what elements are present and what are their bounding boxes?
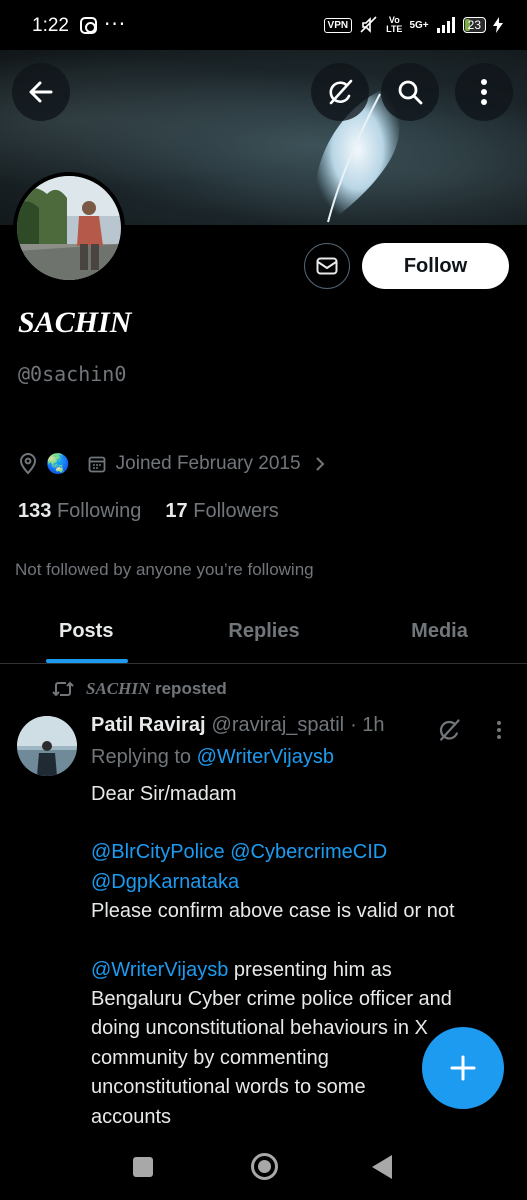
home-button[interactable] [251, 1153, 278, 1180]
system-nav-bar [0, 1140, 527, 1200]
profile-avatar[interactable] [13, 172, 125, 284]
post-line: accounts [91, 1105, 172, 1128]
post-header: Patil Raviraj @raviraj_spatil · 1h [91, 714, 385, 737]
vpn-icon: VPN [323, 17, 353, 33]
post-line: presenting him as [228, 958, 392, 981]
vertical-dots-icon [481, 79, 487, 105]
follow-button[interactable]: Follow [362, 243, 509, 289]
profile-tabs: Posts Replies Media [0, 600, 527, 664]
joined-date: Joined February 2015 [115, 453, 301, 474]
post-line: Bengaluru Cyber crime police officer and [91, 988, 452, 1011]
follow-stats: 133 Following 17 Followers [18, 500, 279, 523]
post-author-avatar[interactable] [17, 716, 77, 776]
compose-button[interactable] [422, 1027, 504, 1109]
calendar-icon [88, 456, 106, 473]
post-author-handle[interactable]: @raviraj_spatil [212, 714, 345, 737]
post-time: · 1h [350, 714, 385, 736]
plus-icon [450, 1055, 476, 1081]
replying-prefix: Replying to [91, 746, 192, 768]
tab-posts[interactable]: Posts [0, 600, 176, 663]
back-button[interactable] [12, 63, 70, 121]
post-author-name[interactable]: Patil Raviraj [91, 714, 206, 737]
grok-icon [329, 79, 353, 105]
following-link[interactable]: 133 Following [18, 500, 141, 523]
more-options-button[interactable] [455, 63, 513, 121]
message-button[interactable] [304, 243, 350, 289]
search-button[interactable] [381, 63, 439, 121]
replying-mention[interactable]: @WriterVijaysb [197, 746, 334, 768]
status-more: ··· [104, 12, 127, 36]
status-icons: VPN Vo LTE 5G+ 23 [323, 15, 503, 35]
post-line: Dear Sir/madam [91, 783, 237, 805]
status-bar: 1:22 ··· VPN Vo LTE 5G+ 23 [0, 0, 527, 50]
following-label: Following [56, 500, 142, 522]
chevron-right-icon[interactable] [313, 455, 327, 473]
instagram-icon [80, 17, 97, 34]
post-more-icon[interactable] [489, 719, 509, 741]
battery-icon: 23 [462, 17, 486, 33]
mention-link[interactable]: @CybercrimeCID [230, 841, 387, 863]
followers-label: Followers [193, 500, 279, 522]
mention-link[interactable]: @BlrCityPolice [91, 841, 225, 863]
repost-label: reposted [154, 679, 227, 698]
mute-icon [360, 16, 377, 33]
volte-icon: Vo LTE [386, 15, 403, 34]
tab-media[interactable]: Media [352, 600, 527, 663]
arrow-left-icon [29, 81, 53, 103]
grok-button[interactable] [311, 63, 369, 121]
following-count: 133 [18, 500, 52, 522]
followers-count: 17 [165, 500, 188, 522]
profile-name: SACHIN [18, 306, 132, 339]
network-type: 5G+ [409, 19, 429, 31]
envelope-icon [316, 257, 338, 275]
charging-icon [493, 17, 503, 33]
repost-name[interactable]: SACHIN [86, 679, 150, 698]
replying-to: Replying to @WriterVijaysb [91, 746, 334, 769]
search-icon [398, 80, 423, 105]
signal-icon [436, 17, 455, 33]
recents-button[interactable] [133, 1157, 153, 1177]
repost-icon [52, 681, 74, 697]
followers-link[interactable]: 17 Followers [165, 500, 278, 523]
location-icon [19, 453, 37, 475]
mention-link[interactable]: @DgpKarnataka [91, 871, 239, 893]
profile-meta: 🌏 Joined February 2015 [18, 452, 327, 476]
grok-icon[interactable] [436, 717, 462, 743]
mention-link[interactable]: @WriterVijaysb [91, 959, 228, 981]
status-time: 1:22 [32, 15, 69, 36]
not-followed-notice: Not followed by anyone you’re following [15, 560, 314, 579]
profile-handle: @0sachin0 [18, 362, 127, 386]
post-line: Please confirm above case is valid or no… [91, 900, 455, 923]
repost-indicator: SACHIN reposted [52, 679, 227, 699]
tab-replies[interactable]: Replies [176, 600, 352, 663]
location-text: 🌏 [46, 454, 70, 475]
back-nav-button[interactable] [372, 1155, 392, 1179]
